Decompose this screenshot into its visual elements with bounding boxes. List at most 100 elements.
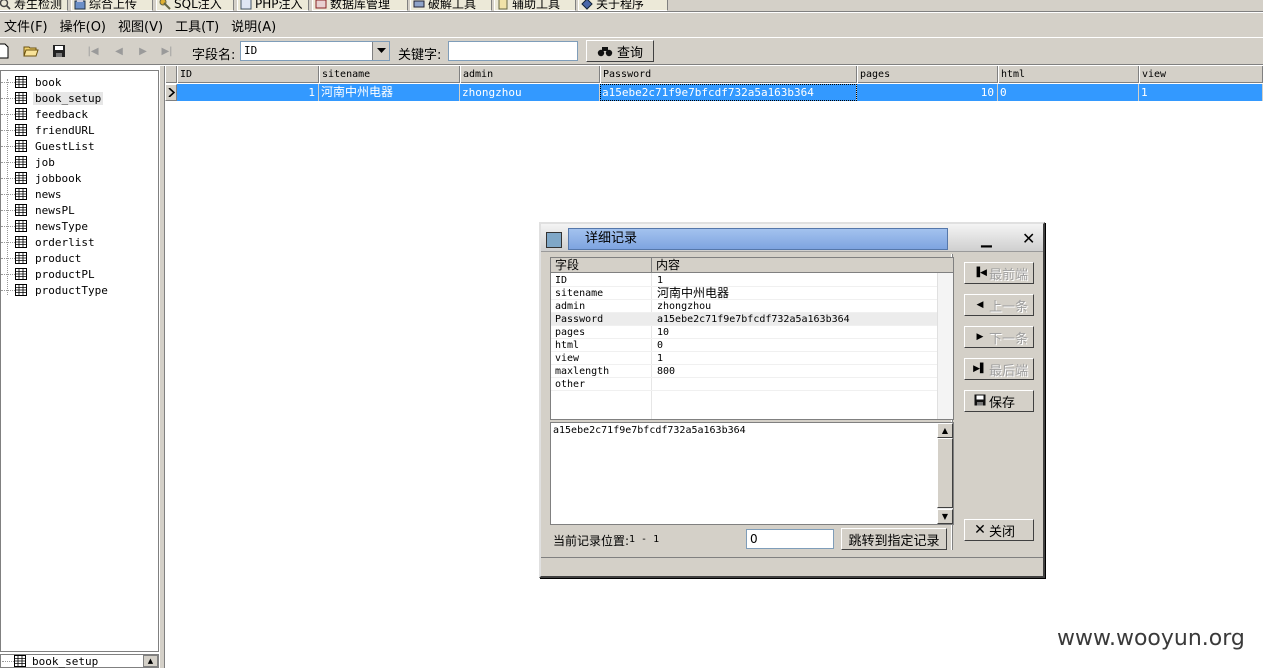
minimize-icon[interactable]: ▁ — [981, 232, 992, 248]
record-row[interactable]: admin zhongzhou — [551, 300, 937, 313]
tree-item[interactable]: newsPL — [1, 202, 77, 218]
scroll-down-icon[interactable]: ▼ — [937, 509, 953, 524]
folder-open-icon — [23, 46, 39, 57]
binoculars-icon — [597, 47, 613, 57]
tree-item-label: book_setup — [33, 91, 104, 105]
grid-col-header[interactable]: pages — [857, 66, 998, 83]
record-row[interactable]: ID 1 — [551, 274, 937, 287]
tree-item[interactable]: productType — [1, 282, 110, 298]
table-icon — [15, 140, 27, 152]
chevron-down-icon[interactable] — [372, 42, 389, 60]
tree-item[interactable]: GuestList — [1, 138, 97, 154]
tree-item-label: product — [35, 251, 82, 265]
field-name-label: 字段名: — [192, 48, 236, 63]
last-record-button[interactable]: ▶▌ 最后端 — [964, 358, 1034, 380]
col-content-header[interactable]: 内容 — [651, 258, 680, 273]
grid-col-header[interactable]: ID — [177, 66, 319, 83]
tree-connector — [1, 193, 15, 195]
tree-item[interactable]: job — [1, 154, 57, 170]
record-row[interactable]: sitename 河南中州电器 — [551, 287, 937, 300]
tab-about[interactable]: 关于程序 — [578, 0, 668, 11]
dialog-statusbar — [541, 557, 1043, 576]
col-field-header[interactable]: 字段 — [551, 258, 579, 273]
menu-help[interactable]: 说明(A) — [231, 16, 276, 35]
menu-operate[interactable]: 操作(O) — [60, 16, 106, 35]
jump-record-input[interactable]: 0 — [746, 529, 834, 549]
scroll-up-icon[interactable]: ▲ — [143, 655, 158, 667]
next-label: 下一条 — [989, 331, 1029, 347]
menu-file[interactable]: 文件(F) — [4, 16, 48, 35]
first-record-button[interactable]: ▐◀ 最前端 — [964, 262, 1034, 284]
tree-item[interactable]: product — [1, 250, 83, 266]
tree-item-label: orderlist — [35, 235, 95, 249]
grid-col-header[interactable]: sitename — [319, 66, 460, 83]
record-row[interactable]: pages 10 — [551, 326, 937, 339]
last-label: 最后端 — [989, 363, 1029, 379]
scroll-up-icon[interactable]: ▲ — [937, 423, 953, 438]
grid-cell[interactable]: 1 — [177, 84, 319, 101]
close-icon[interactable]: ✕ — [1022, 229, 1035, 248]
tab-db-manage[interactable]: 数据库管理 — [312, 0, 408, 11]
grid-col-header[interactable]: Password — [600, 66, 857, 83]
table-row[interactable]: 1 河南中州电器 zhongzhou a15ebe2c71f9e7bfcdf73… — [165, 84, 1263, 101]
next-record-button[interactable]: ▶ 下一条 — [964, 326, 1034, 348]
save-button[interactable] — [50, 42, 68, 60]
save-icon — [971, 394, 989, 409]
jump-to-record-button[interactable]: 跳转到指定记录 — [841, 528, 947, 550]
grid-cell[interactable]: 河南中州电器 — [319, 84, 460, 101]
record-scrollbar[interactable] — [937, 273, 953, 419]
open-folder-button[interactable] — [22, 42, 40, 60]
grid-cell[interactable]: 10 — [857, 84, 998, 101]
tree-item[interactable]: productPL — [1, 266, 97, 282]
query-button[interactable]: 查询 — [586, 40, 654, 62]
tab-php-inject[interactable]: PHP注入 — [237, 0, 309, 11]
tree-item-label: jobbook — [35, 171, 82, 185]
memo-scrollbar[interactable]: ▲ ▼ — [937, 423, 953, 524]
menu-tools[interactable]: 工具(T) — [175, 16, 219, 35]
grid-col-header[interactable]: view — [1139, 66, 1263, 83]
tree-item[interactable]: news — [1, 186, 64, 202]
save-button[interactable]: 保存 — [964, 390, 1034, 412]
tree-item[interactable]: feedback — [1, 106, 90, 122]
tree-item[interactable]: friendURL — [1, 122, 97, 138]
next-record-button[interactable]: ▶ — [134, 42, 152, 60]
grid-cell[interactable]: a15ebe2c71f9e7bfcdf732a5a163b364 — [600, 84, 857, 101]
close-button[interactable]: ✕ 关闭 — [964, 519, 1034, 541]
php-icon — [240, 0, 252, 9]
memo-field[interactable]: a15ebe2c71f9e7bfcdf732a5a163b364 ▲ ▼ — [550, 422, 954, 525]
tab-shell-detect[interactable]: 寿生检测 — [0, 0, 68, 11]
record-row[interactable]: Password a15ebe2c71f9e7bfcdf732a5a163b364 — [551, 313, 937, 326]
tree-item[interactable]: book — [1, 74, 64, 90]
grid-cell[interactable]: 1 — [1139, 84, 1263, 101]
prev-record-button[interactable]: ◀ 上一条 — [964, 294, 1034, 316]
prev-record-button[interactable]: ◀ — [110, 42, 128, 60]
grid-col-header[interactable]: html — [998, 66, 1139, 83]
grid-cell[interactable]: 0 — [998, 84, 1139, 101]
record-row[interactable]: maxlength 800 — [551, 365, 937, 378]
tab-crack-tools[interactable]: 破解工具 — [410, 0, 492, 11]
tab-sql-inject[interactable]: SQL注入 — [156, 0, 234, 11]
record-row[interactable]: other — [551, 378, 937, 391]
tab-upload[interactable]: 综合上传 — [71, 0, 153, 11]
field-name-select[interactable]: ID — [240, 41, 390, 61]
tree-item[interactable]: book_setup — [1, 90, 104, 106]
tree-item[interactable]: orderlist — [1, 234, 97, 250]
table-select[interactable]: book_setup ▲ — [0, 654, 159, 668]
record-row[interactable]: view 1 — [551, 352, 937, 365]
tree-item[interactable]: newsType — [1, 218, 90, 234]
record-field: maxlength — [555, 366, 610, 377]
dialog-titlebar[interactable]: 详细记录 ▁ ✕ — [541, 224, 1043, 252]
scroll-thumb[interactable] — [937, 438, 953, 508]
window-icon — [546, 232, 562, 248]
first-record-button[interactable]: |◀ — [84, 42, 102, 60]
new-file-button[interactable] — [0, 42, 12, 60]
table-select-value: book_setup — [32, 654, 99, 668]
tree-item[interactable]: jobbook — [1, 170, 83, 186]
record-row[interactable]: html 0 — [551, 339, 937, 352]
grid-cell[interactable]: zhongzhou — [460, 84, 600, 101]
last-record-button[interactable]: ▶| — [158, 42, 176, 60]
grid-col-header[interactable]: admin — [460, 66, 600, 83]
tab-aux-tools[interactable]: 辅助工具 — [494, 0, 576, 11]
menu-view[interactable]: 视图(V) — [118, 16, 163, 35]
keyword-input[interactable] — [448, 41, 578, 61]
